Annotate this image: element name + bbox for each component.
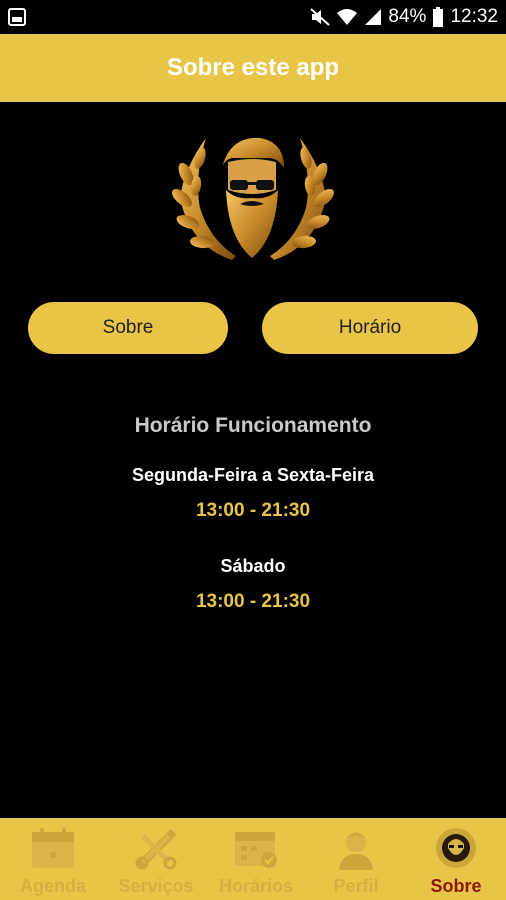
signal-icon [365,9,382,25]
schedule-icon [235,832,277,868]
battery-icon [433,7,444,27]
screenshot-icon [8,8,26,26]
nav-item-servicos[interactable]: Serviços [106,818,206,900]
nav-label-servicos: Serviços [118,876,194,896]
schedule-hours: 13:00 - 21:30 [195,500,311,521]
nav-item-agenda[interactable]: Agenda [0,818,106,900]
schedule-hours: 13:00 - 21:30 [195,591,311,612]
tab-sobre[interactable]: Sobre [28,302,228,354]
profile-icon [339,832,373,870]
nav-item-horarios[interactable]: Horários [206,818,306,900]
schedule-day: Sábado [220,556,286,576]
tab-sobre-label: Sobre [102,317,154,338]
nav-label-sobre: Sobre [430,876,482,896]
battery-percent: 84% [388,6,427,27]
logo-icon [436,828,476,868]
nav-item-perfil[interactable]: Perfil [306,818,406,900]
bearded-man-laurel-logo [172,137,334,260]
app-bar: Sobre este app [0,34,506,102]
mute-icon [310,8,331,26]
tab-horario-label: Horário [338,317,402,338]
page-title: Sobre este app [166,54,340,81]
bottom-nav: Agenda Serviços Horários Perfil Sobre [0,818,506,900]
calendar-icon [32,828,74,868]
nav-label-perfil: Perfil [333,876,379,896]
scissors-comb-icon [135,829,177,870]
nav-label-agenda: Agenda [19,876,86,896]
clock: 12:32 [450,6,498,27]
nav-item-sobre[interactable]: Sobre [406,818,506,900]
schedule-title: Horário Funcionamento [134,414,372,437]
status-bar: 84% 12:32 [0,0,506,34]
schedule-day: Segunda-Feira a Sexta-Feira [131,465,375,485]
wifi-icon [337,9,358,25]
nav-label-horarios: Horários [218,876,294,896]
tab-horario[interactable]: Horário [262,302,478,354]
